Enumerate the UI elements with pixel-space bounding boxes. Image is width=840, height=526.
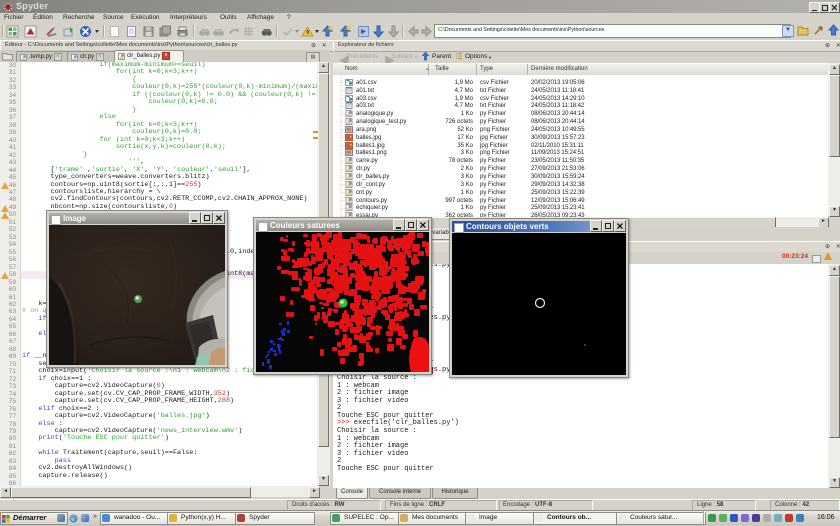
svg-text:e: e xyxy=(71,515,75,522)
